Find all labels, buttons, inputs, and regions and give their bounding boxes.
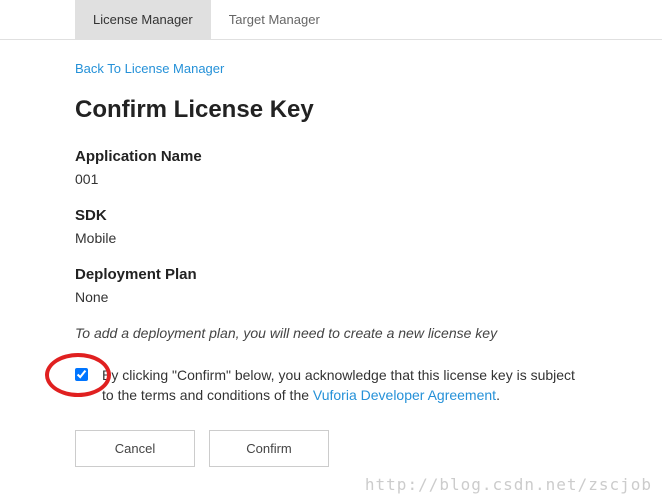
tab-target-manager[interactable]: Target Manager bbox=[211, 0, 338, 39]
agreement-link[interactable]: Vuforia Developer Agreement bbox=[313, 387, 496, 403]
tab-bar: License Manager Target Manager bbox=[0, 0, 662, 40]
page-title: Confirm License Key bbox=[75, 96, 587, 124]
cancel-button[interactable]: Cancel bbox=[75, 430, 195, 467]
back-link[interactable]: Back To License Manager bbox=[75, 61, 224, 76]
app-name-value: 001 bbox=[75, 171, 587, 187]
deployment-note: To add a deployment plan, you will need … bbox=[75, 325, 587, 341]
agreement-suffix: . bbox=[496, 387, 500, 403]
main-content: Back To License Manager Confirm License … bbox=[0, 40, 662, 467]
tab-license-manager[interactable]: License Manager bbox=[75, 0, 211, 39]
deployment-plan-label: Deployment Plan bbox=[75, 266, 587, 283]
sdk-label: SDK bbox=[75, 207, 587, 224]
watermark: http://blog.csdn.net/zscjob bbox=[365, 475, 652, 494]
deployment-plan-value: None bbox=[75, 289, 587, 305]
app-name-label: Application Name bbox=[75, 148, 587, 165]
agreement-row: By clicking "Confirm" below, you acknowl… bbox=[75, 365, 587, 406]
agreement-text: By clicking "Confirm" below, you acknowl… bbox=[102, 365, 587, 406]
button-row: Cancel Confirm bbox=[75, 430, 587, 467]
sdk-value: Mobile bbox=[75, 230, 587, 246]
confirm-button[interactable]: Confirm bbox=[209, 430, 329, 467]
agreement-checkbox[interactable] bbox=[75, 368, 88, 381]
